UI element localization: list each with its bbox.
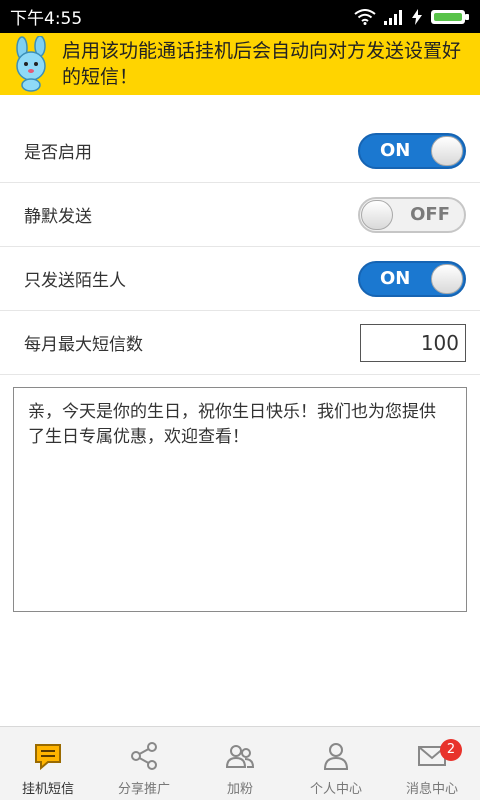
toggle-knob <box>431 263 463 294</box>
bottom-nav: 挂机短信 分享推广 加粉 个人中心 2 消息中心 <box>0 726 480 800</box>
toggle-state-label: ON <box>380 267 411 289</box>
share-icon <box>131 742 157 770</box>
nav-item-message-center[interactable]: 2 消息中心 <box>384 727 480 800</box>
status-bar: 下午4:55 <box>0 0 480 33</box>
banner-text: 启用该功能通话挂机后会自动向对方发送设置好的短信！ <box>62 40 462 88</box>
charging-icon <box>412 8 422 25</box>
setting-label-strangers: 只发送陌生人 <box>24 271 126 291</box>
toggle-knob <box>431 135 463 166</box>
sms-message-textarea[interactable]: 亲，今天是你的生日，祝你生日快乐！我们也为您提供了生日专属优惠，欢迎查看！ <box>13 387 467 612</box>
strangers-only-toggle[interactable]: ON <box>358 260 466 297</box>
toggle-state-label: ON <box>380 139 411 161</box>
setting-label-monthly-max: 每月最大短信数 <box>24 335 143 355</box>
wifi-icon <box>354 8 376 25</box>
setting-row-monthly-max: 每月最大短信数 100 <box>0 311 480 375</box>
nav-item-personal-center[interactable]: 个人中心 <box>288 727 384 800</box>
nav-label: 挂机短信 <box>21 782 74 797</box>
nav-label: 加粉 <box>226 782 253 797</box>
unread-badge: 2 <box>440 739 462 761</box>
status-time: 下午4:55 <box>10 9 83 29</box>
nav-item-add-fans[interactable]: 加粉 <box>192 727 288 800</box>
setting-row-strangers: 只发送陌生人 ON <box>0 247 480 311</box>
nav-label: 消息中心 <box>405 782 458 797</box>
setting-row-enable: 是否启用 ON <box>0 119 480 183</box>
battery-icon <box>431 9 469 24</box>
users-icon <box>225 745 255 768</box>
setting-label-enable: 是否启用 <box>24 143 92 163</box>
person-icon <box>323 743 349 770</box>
info-banner: 启用该功能通话挂机后会自动向对方发送设置好的短信！ <box>0 33 480 95</box>
enable-toggle[interactable]: ON <box>358 132 466 169</box>
monthly-max-input[interactable]: 100 <box>360 323 466 362</box>
silent-toggle[interactable]: OFF <box>358 196 466 233</box>
nav-label: 个人中心 <box>309 782 362 797</box>
nav-item-hangup-sms[interactable]: 挂机短信 <box>0 727 96 800</box>
toggle-state-label: OFF <box>410 203 450 225</box>
setting-row-silent: 静默发送 OFF <box>0 183 480 247</box>
nav-label: 分享推广 <box>117 782 170 797</box>
nav-item-share[interactable]: 分享推广 <box>96 727 192 800</box>
toggle-knob <box>361 199 393 230</box>
signal-icon <box>384 9 402 25</box>
status-icons <box>354 8 470 26</box>
rabbit-mascot-icon <box>16 36 46 92</box>
setting-label-silent: 静默发送 <box>24 207 92 227</box>
chat-icon <box>35 744 61 771</box>
